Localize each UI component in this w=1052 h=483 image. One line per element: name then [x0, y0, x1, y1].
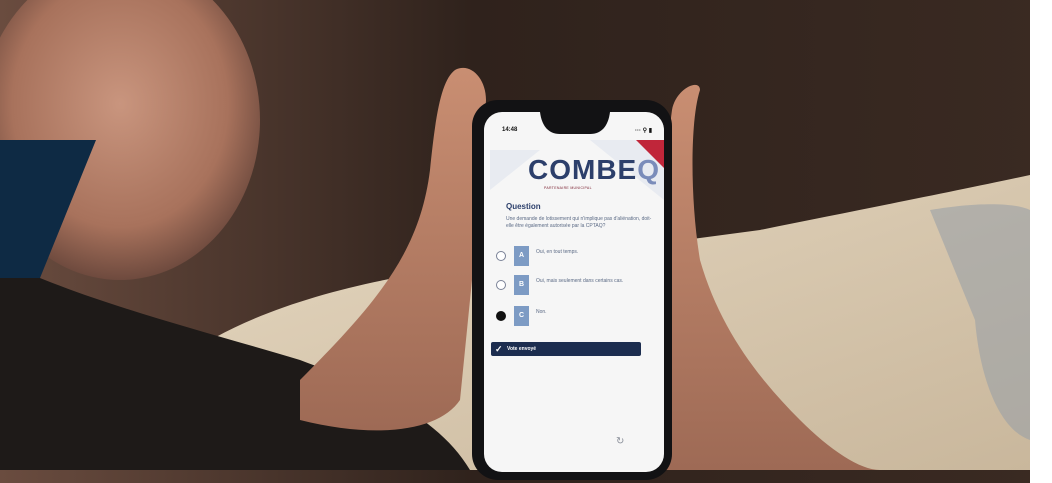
radio-button[interactable]: [496, 280, 506, 290]
right-edge: [1030, 0, 1052, 483]
refresh-icon[interactable]: ↻: [616, 436, 624, 447]
quiz-app: 14:48 ··· ⚲ ▮ COMBEQ PARTENAIRE MUNICIPA…: [488, 118, 664, 468]
vote-status: Vote envoyé: [507, 346, 537, 352]
radio-button[interactable]: [496, 251, 506, 261]
combeq-logo: COMBEQ: [528, 154, 660, 186]
option-letter: C: [514, 306, 529, 326]
radio-button-selected[interactable]: [496, 311, 506, 321]
option-b[interactable]: B Oui, mais seulement dans certains cas.: [496, 273, 656, 299]
photo-scene: 14:48 ··· ⚲ ▮ COMBEQ PARTENAIRE MUNICIPA…: [0, 0, 1052, 483]
option-label: Non.: [536, 309, 547, 315]
signal-icon: ··· ⚲ ▮: [634, 128, 652, 134]
logo-main: COMBE: [528, 154, 638, 185]
option-label: Oui, mais seulement dans certains cas.: [536, 278, 624, 284]
logo-tagline: PARTENAIRE MUNICIPAL: [544, 186, 592, 190]
option-letter: B: [514, 275, 529, 295]
check-icon: ✓: [495, 344, 503, 354]
option-c[interactable]: C Non.: [496, 304, 656, 330]
question-heading: Question: [506, 202, 541, 211]
question-text: Une demande de lotissement qui n'impliqu…: [506, 216, 652, 229]
option-a[interactable]: A Oui, en tout temps.: [496, 244, 656, 270]
phone-screen: 14:48 ··· ⚲ ▮ COMBEQ PARTENAIRE MUNICIPA…: [488, 118, 664, 468]
option-letter: A: [514, 246, 529, 266]
logo-end: Q: [637, 154, 661, 185]
option-label: Oui, en tout temps.: [536, 249, 579, 255]
vote-sent-banner: ✓ Vote envoyé: [491, 342, 641, 356]
status-time: 14:48: [502, 127, 518, 133]
